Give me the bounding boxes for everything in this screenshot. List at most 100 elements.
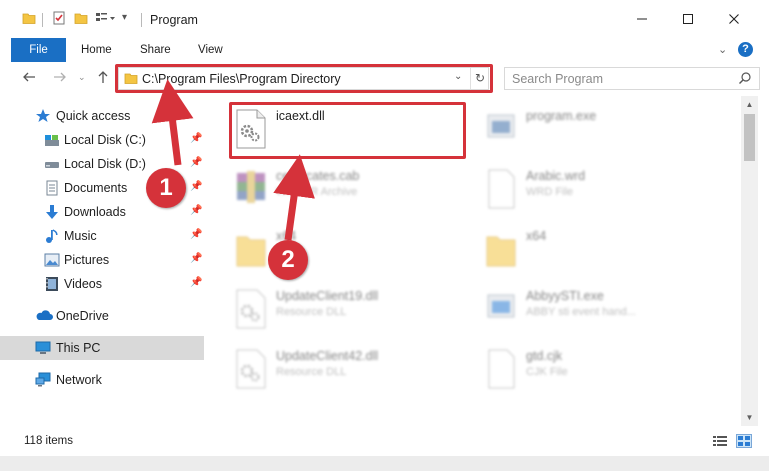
folder-icon bbox=[234, 229, 268, 272]
file-type: WRD File bbox=[526, 186, 574, 198]
sidebar-item-label: This PC bbox=[56, 341, 101, 355]
maximize-icon[interactable] bbox=[677, 8, 699, 30]
file-type: WinRAR Archive bbox=[276, 186, 358, 198]
pin-icon[interactable]: 📌 bbox=[190, 205, 202, 216]
navigation-bar: ⌄ C:\Program Files\Program Directory ⌄ ↻… bbox=[0, 62, 769, 96]
dll-gear-icon bbox=[234, 289, 268, 332]
scroll-up-icon[interactable]: ▲ bbox=[741, 100, 758, 109]
pin-icon[interactable]: 📌 bbox=[190, 277, 202, 288]
forward-arrow-icon[interactable] bbox=[53, 70, 67, 88]
pin-icon[interactable]: 📌 bbox=[190, 253, 202, 264]
winrar-icon bbox=[234, 169, 268, 210]
blank-file-icon bbox=[484, 169, 518, 212]
sidebar-item-label: Music bbox=[64, 229, 97, 243]
computer-icon bbox=[35, 340, 51, 359]
expand-ribbon-icon[interactable]: ⌄ bbox=[718, 43, 727, 56]
ribbon-tabs: File Home Share View ⌄ ? bbox=[0, 38, 769, 62]
file-type: Resource DLL bbox=[276, 366, 347, 378]
drive-icon bbox=[44, 156, 60, 175]
sidebar-item-label: Quick access bbox=[56, 109, 131, 123]
file-type: ABBY sti event hand... bbox=[526, 306, 636, 318]
file-item-certificates-cab[interactable]: certificates.cab WinRAR Archive bbox=[234, 166, 474, 222]
file-item-program-exe[interactable]: program.exe bbox=[484, 106, 724, 162]
sidebar-item-videos[interactable]: Videos 📌 bbox=[0, 272, 204, 296]
sidebar-item-label: Local Disk (C:) bbox=[64, 133, 146, 147]
tiles-view-icon[interactable] bbox=[736, 434, 752, 448]
file-name: program.exe bbox=[526, 109, 597, 123]
layout-icon[interactable] bbox=[95, 11, 115, 28]
sidebar-item-local-disk-c[interactable]: Local Disk (C:) 📌 bbox=[0, 128, 204, 152]
status-bar: 118 items bbox=[0, 430, 769, 456]
file-item-updateclient19-dll[interactable]: UpdateClient19.dll Resource DLL bbox=[234, 286, 474, 342]
file-type: Resource DLL bbox=[276, 306, 347, 318]
file-name: gtd.cjk bbox=[526, 349, 563, 363]
sidebar-item-label: Downloads bbox=[64, 205, 126, 219]
file-name: AbbyySTI.exe bbox=[526, 289, 604, 303]
drive-icon bbox=[44, 132, 60, 151]
window-bottom-edge bbox=[0, 456, 769, 471]
sidebar-item-label: Videos bbox=[64, 277, 102, 291]
up-arrow-icon[interactable] bbox=[96, 70, 110, 88]
sidebar-item-label: Network bbox=[56, 373, 102, 387]
videos-icon bbox=[44, 276, 60, 295]
sidebar-item-onedrive[interactable]: OneDrive bbox=[0, 304, 204, 328]
pictures-icon bbox=[44, 252, 60, 271]
tab-home[interactable]: Home bbox=[81, 38, 112, 62]
properties-icon[interactable] bbox=[52, 11, 66, 28]
file-item-updateclient42-dll[interactable]: UpdateClient42.dll Resource DLL bbox=[234, 346, 474, 402]
title-bar: ▾ Program bbox=[0, 0, 769, 38]
search-icon[interactable] bbox=[738, 71, 752, 88]
file-name: UpdateClient19.dll bbox=[276, 289, 379, 303]
file-item-x64-folder[interactable]: x64 bbox=[484, 226, 724, 282]
minimize-icon[interactable] bbox=[631, 8, 653, 30]
vertical-scrollbar[interactable]: ▲ ▼ bbox=[741, 96, 758, 426]
recent-locations-icon[interactable]: ⌄ bbox=[78, 72, 86, 83]
help-icon[interactable]: ? bbox=[738, 42, 753, 57]
file-name: Arabic.wrd bbox=[526, 169, 586, 183]
blank-file-icon bbox=[484, 349, 518, 392]
sidebar-item-label: Documents bbox=[64, 181, 128, 195]
pin-icon[interactable]: 📌 bbox=[190, 181, 202, 192]
item-count: 118 items bbox=[24, 435, 74, 447]
pin-icon[interactable]: 📌 bbox=[190, 157, 202, 168]
scrollbar-thumb[interactable] bbox=[744, 114, 755, 161]
network-icon bbox=[35, 372, 51, 391]
sidebar-item-network[interactable]: Network bbox=[0, 368, 204, 392]
music-icon bbox=[44, 228, 60, 247]
search-box[interactable]: Search Program bbox=[504, 67, 760, 90]
sidebar-item-label: Pictures bbox=[64, 253, 110, 267]
callout-1: 1 bbox=[146, 168, 186, 208]
sidebar-item-label: Local Disk (D:) bbox=[64, 157, 146, 171]
back-arrow-icon[interactable] bbox=[22, 70, 36, 88]
separator bbox=[42, 13, 43, 27]
folder-icon[interactable] bbox=[22, 11, 36, 28]
star-icon bbox=[35, 108, 51, 127]
sidebar-item-music[interactable]: Music 📌 bbox=[0, 224, 204, 248]
file-highlight bbox=[229, 102, 466, 159]
details-view-icon[interactable] bbox=[712, 434, 728, 448]
search-input[interactable]: Search Program bbox=[512, 72, 603, 86]
callout-2: 2 bbox=[268, 240, 308, 280]
navigation-pane: Quick access Local Disk (C:) 📌 Local Dis… bbox=[0, 96, 206, 426]
file-item-abbyysti-exe[interactable]: AbbyySTI.exe ABBY sti event hand... bbox=[484, 286, 724, 342]
customize-qa-icon[interactable]: ▾ bbox=[122, 12, 127, 23]
pin-icon[interactable]: 📌 bbox=[190, 133, 202, 144]
file-type: CJK File bbox=[526, 366, 568, 378]
file-item-arabic-wrd[interactable]: Arabic.wrd WRD File bbox=[484, 166, 724, 222]
scroll-down-icon[interactable]: ▼ bbox=[741, 413, 758, 422]
sidebar-item-quick-access[interactable]: Quick access bbox=[0, 104, 204, 128]
pin-icon[interactable]: 📌 bbox=[190, 229, 202, 240]
sidebar-item-pictures[interactable]: Pictures 📌 bbox=[0, 248, 204, 272]
tab-view[interactable]: View bbox=[198, 38, 223, 62]
sidebar-item-this-pc[interactable]: This PC bbox=[0, 336, 204, 360]
downloads-icon bbox=[44, 204, 60, 223]
file-item-gtd-cjk[interactable]: gtd.cjk CJK File bbox=[484, 346, 724, 402]
separator bbox=[141, 13, 142, 27]
tab-share[interactable]: Share bbox=[140, 38, 171, 62]
new-folder-icon[interactable] bbox=[74, 11, 88, 28]
exe-icon bbox=[484, 109, 518, 148]
documents-icon bbox=[44, 180, 60, 199]
tab-file[interactable]: File bbox=[11, 38, 66, 62]
close-icon[interactable] bbox=[723, 8, 745, 30]
dll-gear-icon bbox=[234, 349, 268, 392]
